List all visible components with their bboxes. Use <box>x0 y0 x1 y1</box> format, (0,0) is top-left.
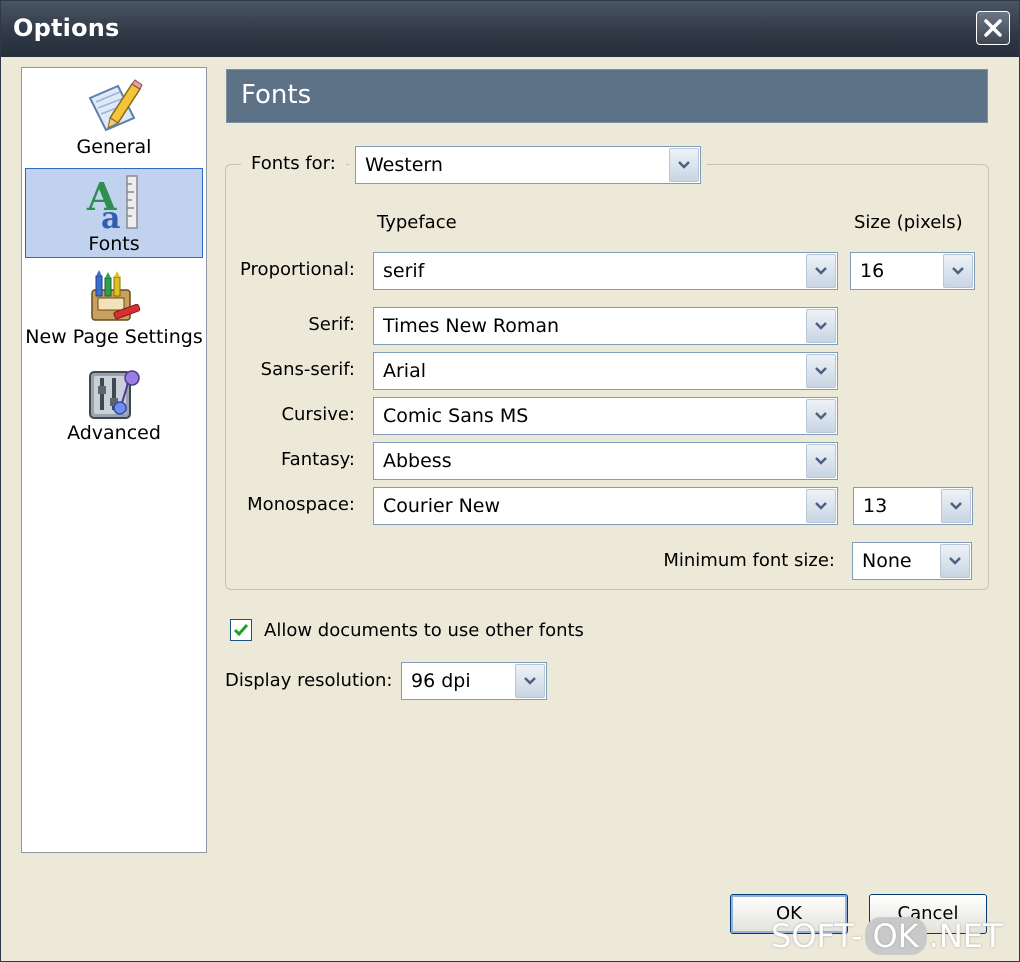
title-bar[interactable]: Options <box>1 1 1019 57</box>
fonts-icon: A a <box>86 174 138 232</box>
display-resolution-value: 96 dpi <box>411 670 471 692</box>
dropdown-button[interactable] <box>941 489 971 523</box>
fonts-for-select[interactable]: Western <box>349 140 707 190</box>
min-font-size-select[interactable]: None <box>852 542 972 580</box>
monospace-label: Monospace: <box>247 494 355 515</box>
dropdown-button[interactable] <box>669 148 699 182</box>
fonts-for-value: Western <box>365 154 443 176</box>
sans-serif-value: Arial <box>383 360 427 382</box>
watermark: SOFT- OK .NET <box>771 917 1003 961</box>
chevron-down-icon <box>815 412 827 420</box>
watermark-middle: OK <box>864 917 927 955</box>
section-header: Fonts <box>226 69 988 123</box>
dropdown-button[interactable] <box>940 544 970 578</box>
sidebar-item-label: New Page Settings <box>25 326 203 348</box>
chevron-down-icon <box>815 267 827 275</box>
watermark-left: SOFT- <box>771 917 863 955</box>
sidebar-item-advanced[interactable]: Advanced <box>25 358 203 450</box>
watermark-right: .NET <box>928 917 1003 955</box>
page-title: Fonts <box>241 80 312 110</box>
fantasy-select[interactable]: Abbess <box>373 442 838 480</box>
sidebar-item-general[interactable]: General <box>25 72 203 164</box>
chevron-down-icon <box>815 367 827 375</box>
chevron-down-icon <box>952 267 964 275</box>
dropdown-button[interactable] <box>806 399 836 433</box>
chevron-down-icon <box>949 557 961 565</box>
fantasy-value: Abbess <box>383 450 452 472</box>
dropdown-button[interactable] <box>943 254 973 288</box>
serif-value: Times New Roman <box>383 315 560 337</box>
sidebar-item-label: General <box>76 136 152 158</box>
proportional-size-select[interactable]: 16 <box>850 252 975 290</box>
sans-serif-select[interactable]: Arial <box>373 352 838 390</box>
monospace-size-value: 13 <box>863 495 888 517</box>
cursive-select[interactable]: Comic Sans MS <box>373 397 838 435</box>
dropdown-button[interactable] <box>806 354 836 388</box>
monospace-size-select[interactable]: 13 <box>853 487 973 525</box>
sidebar-item-label: Advanced <box>67 422 161 444</box>
monospace-value: Courier New <box>383 495 501 517</box>
proportional-size-value: 16 <box>860 260 885 282</box>
size-header: Size (pixels) <box>854 212 963 233</box>
sidebar-item-fonts[interactable]: A a Fonts <box>25 168 203 258</box>
close-button[interactable] <box>976 11 1010 45</box>
display-resolution-select[interactable]: 96 dpi <box>401 662 547 700</box>
typeface-header: Typeface <box>377 212 457 233</box>
fantasy-label: Fantasy: <box>280 449 355 470</box>
fonts-for-label: Fonts for: <box>241 153 346 174</box>
advanced-settings-icon <box>89 370 140 419</box>
serif-select[interactable]: Times New Roman <box>373 307 838 345</box>
cursive-label: Cursive: <box>281 404 355 425</box>
sidebar-item-new-page-settings[interactable]: New Page Settings <box>25 262 203 354</box>
sidebar-item-label: Fonts <box>88 233 140 255</box>
sans-serif-label: Sans-serif: <box>260 359 355 380</box>
options-dialog: Options General A a Fonts New Page Setti… <box>0 0 1020 962</box>
display-resolution-label: Display resolution: <box>225 670 393 691</box>
proportional-label: Proportional: <box>240 259 355 280</box>
dropdown-button[interactable] <box>806 444 836 478</box>
close-icon <box>984 19 1002 37</box>
category-sidebar: General A a Fonts New Page Settings Adva… <box>21 67 207 853</box>
proportional-value: serif <box>383 260 425 282</box>
min-font-size-value: None <box>862 550 912 572</box>
dropdown-button[interactable] <box>806 309 836 343</box>
monospace-select[interactable]: Courier New <box>373 487 838 525</box>
chevron-down-icon <box>815 502 827 510</box>
checkmark-icon <box>233 624 249 637</box>
allow-other-fonts-checkbox[interactable] <box>230 619 252 641</box>
dropdown-button[interactable] <box>806 489 836 523</box>
pencil-paper-icon <box>88 79 143 132</box>
dropdown-button[interactable] <box>806 254 836 288</box>
chevron-down-icon <box>524 677 536 685</box>
dropdown-button[interactable] <box>515 664 545 698</box>
min-font-size-label: Minimum font size: <box>663 550 835 571</box>
window-title: Options <box>13 14 120 42</box>
cursive-value: Comic Sans MS <box>383 405 529 427</box>
svg-text:a: a <box>101 201 120 232</box>
serif-label: Serif: <box>308 314 355 335</box>
chevron-down-icon <box>815 322 827 330</box>
allow-other-fonts-label[interactable]: Allow documents to use other fonts <box>264 620 584 641</box>
crayons-icon <box>91 270 141 321</box>
chevron-down-icon <box>678 161 690 169</box>
chevron-down-icon <box>950 502 962 510</box>
chevron-down-icon <box>815 457 827 465</box>
proportional-select[interactable]: serif <box>373 252 838 290</box>
